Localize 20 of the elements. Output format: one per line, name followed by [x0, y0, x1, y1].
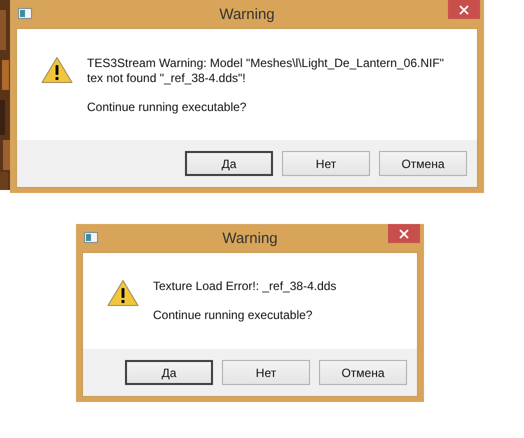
question-text: Continue running executable?: [87, 100, 248, 115]
window-title: Warning: [219, 6, 275, 22]
close-icon: [399, 228, 409, 238]
close-button[interactable]: [388, 224, 420, 243]
close-button[interactable]: [448, 0, 480, 19]
message-text: TES3Stream Warning: Model "Meshes\l\Light_De_Lantern_06.NIF" tex not found "_ref_38-4.dds"!: [87, 56, 445, 86]
dialog-button[interactable]: Да: [125, 360, 213, 385]
close-icon: [459, 4, 469, 14]
window-icon: [84, 232, 98, 243]
window-icon: [18, 8, 32, 19]
warning-icon: [107, 279, 139, 307]
question-text: Continue running executable?: [153, 308, 314, 323]
dialog-button[interactable]: Отмена: [379, 151, 467, 176]
dialog-button[interactable]: Нет: [222, 360, 310, 385]
dialog-button[interactable]: Да: [185, 151, 273, 176]
message-text: Texture Load Error!: _ref_38-4.dds: [153, 279, 336, 294]
window-title: Warning: [222, 230, 278, 246]
dialog-button[interactable]: Нет: [282, 151, 370, 176]
warning-icon: [41, 56, 73, 84]
dialog-button[interactable]: Отмена: [319, 360, 407, 385]
